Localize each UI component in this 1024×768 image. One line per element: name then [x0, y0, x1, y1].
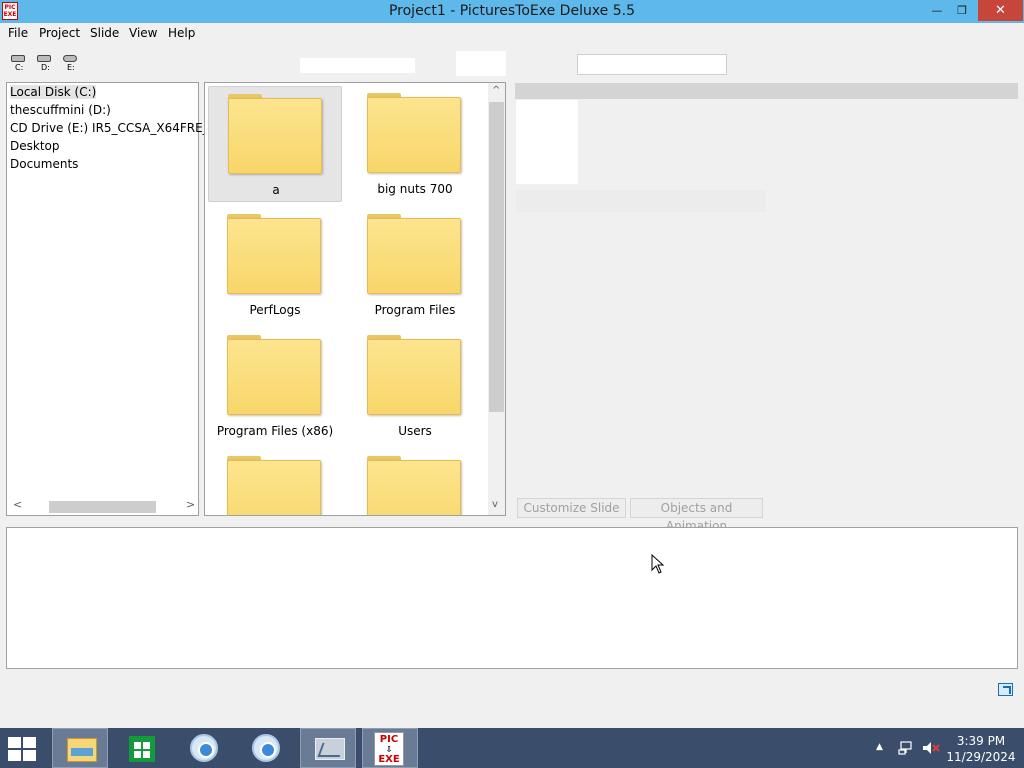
scroll-thumb[interactable] — [489, 102, 504, 412]
menu-bar: File Project Slide View Help — [0, 23, 1024, 43]
file-browser[interactable]: a big nuts 700 PerfLogs Program Files Pr… — [204, 82, 506, 516]
windows-store-icon — [129, 736, 155, 762]
folder-icon — [227, 456, 321, 515]
folder-icon — [367, 335, 461, 415]
taskbar-performance-monitor[interactable] — [300, 728, 356, 768]
system-clock[interactable]: 3:39 PM 11/29/2024 — [946, 733, 1016, 765]
file-explorer-icon — [67, 738, 97, 762]
cd-drive-icon — [63, 55, 77, 62]
tree-item-cd-drive-e[interactable]: CD Drive (E:) IR5_CCSA_X64FRE_EN- — [10, 121, 230, 135]
menu-slide[interactable]: Slide — [90, 26, 119, 40]
folder-label: PerfLogs — [249, 303, 301, 317]
window-title: Project1 - PicturesToExe Deluxe 5.5 — [388, 3, 636, 19]
clock-time: 3:39 PM — [956, 734, 1006, 748]
tree-horizontal-scrollbar[interactable]: < > — [8, 497, 197, 514]
folder-icon — [367, 214, 461, 294]
folder-icon — [227, 335, 321, 415]
folder-icon — [367, 456, 461, 515]
folder-item[interactable]: PerfLogs — [208, 207, 342, 323]
folder-item[interactable]: Program Files — [348, 207, 482, 323]
folder-icon — [367, 93, 461, 173]
toolbar-field-1 — [300, 58, 415, 73]
folder-item[interactable] — [348, 449, 482, 515]
clock-date: 11/29/2024 — [946, 750, 1016, 764]
tree-item-thescuffmini-d[interactable]: thescuffmini (D:) — [10, 103, 111, 117]
folder-icon — [228, 94, 322, 174]
folder-item[interactable]: big nuts 700 — [348, 86, 482, 202]
folder-tree[interactable]: Local Disk (C:) thescuffmini (D:) CD Dri… — [6, 82, 230, 516]
taskbar-chrome-1[interactable] — [176, 728, 232, 768]
folder-label: Program Files (x86) — [216, 424, 334, 438]
toolbar-input[interactable] — [577, 54, 727, 75]
taskbar-chrome-2[interactable] — [238, 728, 294, 768]
minimize-button[interactable]: — — [924, 0, 950, 21]
tree-item-documents[interactable]: Documents — [10, 157, 78, 171]
volume-muted-icon[interactable] — [922, 740, 940, 756]
menu-file[interactable]: File — [8, 26, 28, 40]
customize-slide-button[interactable]: Customize Slide — [517, 498, 626, 518]
folder-item[interactable]: a — [208, 86, 342, 202]
drive-c-button[interactable]: C: — [9, 52, 27, 72]
network-icon[interactable] — [898, 740, 914, 756]
menu-project[interactable]: Project — [39, 26, 80, 40]
preview-header — [515, 83, 1018, 99]
scroll-thumb[interactable] — [49, 501, 156, 513]
windows-start-icon — [8, 737, 38, 761]
taskbar-file-explorer[interactable] — [52, 728, 108, 768]
slide-list[interactable] — [6, 527, 1018, 669]
restore-button[interactable]: ❐ — [949, 0, 975, 21]
start-button[interactable] — [0, 728, 48, 768]
tree-item-desktop[interactable]: Desktop — [10, 139, 60, 153]
scroll-up-icon[interactable]: ^ — [492, 85, 500, 96]
scroll-left-icon[interactable]: < — [13, 498, 22, 511]
performance-monitor-icon — [315, 738, 345, 760]
taskbar-picturestoexe[interactable]: PIC ⇩ EXE — [362, 728, 418, 768]
taskbar-windows-store[interactable] — [114, 728, 170, 768]
objects-and-animation-button[interactable]: Objects and Animation — [630, 498, 763, 533]
folder-label: big nuts 700 — [377, 182, 453, 196]
files-vertical-scrollbar[interactable]: ^ v — [488, 83, 505, 515]
folder-item[interactable]: Users — [348, 328, 482, 444]
scroll-right-icon[interactable]: > — [186, 498, 195, 511]
menu-view[interactable]: View — [129, 26, 157, 40]
preview-info-strip — [516, 190, 766, 212]
chrome-icon — [252, 734, 280, 762]
scroll-down-icon[interactable]: v — [492, 499, 498, 510]
folder-label: Program Files — [374, 303, 456, 317]
preview-thumbnail[interactable] — [516, 100, 578, 184]
folder-label: Users — [398, 424, 432, 438]
slide-preview-pane: Customize Slide Objects and Animation — [512, 82, 1018, 533]
taskbar: PIC ⇩ EXE ▲ — [0, 728, 1024, 768]
folder-label: a — [272, 183, 280, 197]
drive-icon — [37, 55, 51, 62]
close-button[interactable]: ✕ — [978, 0, 1023, 21]
chrome-icon — [190, 734, 218, 762]
menu-help[interactable]: Help — [168, 26, 195, 40]
drive-d-button[interactable]: D: — [35, 52, 53, 72]
drive-icon — [11, 55, 25, 62]
folder-icon — [227, 214, 321, 294]
maximize-preview-icon[interactable] — [998, 683, 1013, 696]
drive-e-button[interactable]: E: — [61, 52, 79, 72]
folder-item[interactable]: Program Files (x86) — [208, 328, 342, 444]
folder-item[interactable] — [208, 449, 342, 515]
mouse-cursor-icon — [651, 554, 665, 574]
toolbar-field-2 — [456, 51, 506, 76]
title-bar[interactable]: PIC EXE Project1 - PicturesToExe Deluxe … — [0, 0, 1024, 23]
show-hidden-icons-icon[interactable]: ▲ — [876, 742, 883, 752]
tree-item-local-disk-c[interactable]: Local Disk (C:) — [10, 85, 97, 99]
picturestoexe-icon: PIC ⇩ EXE — [374, 732, 404, 766]
